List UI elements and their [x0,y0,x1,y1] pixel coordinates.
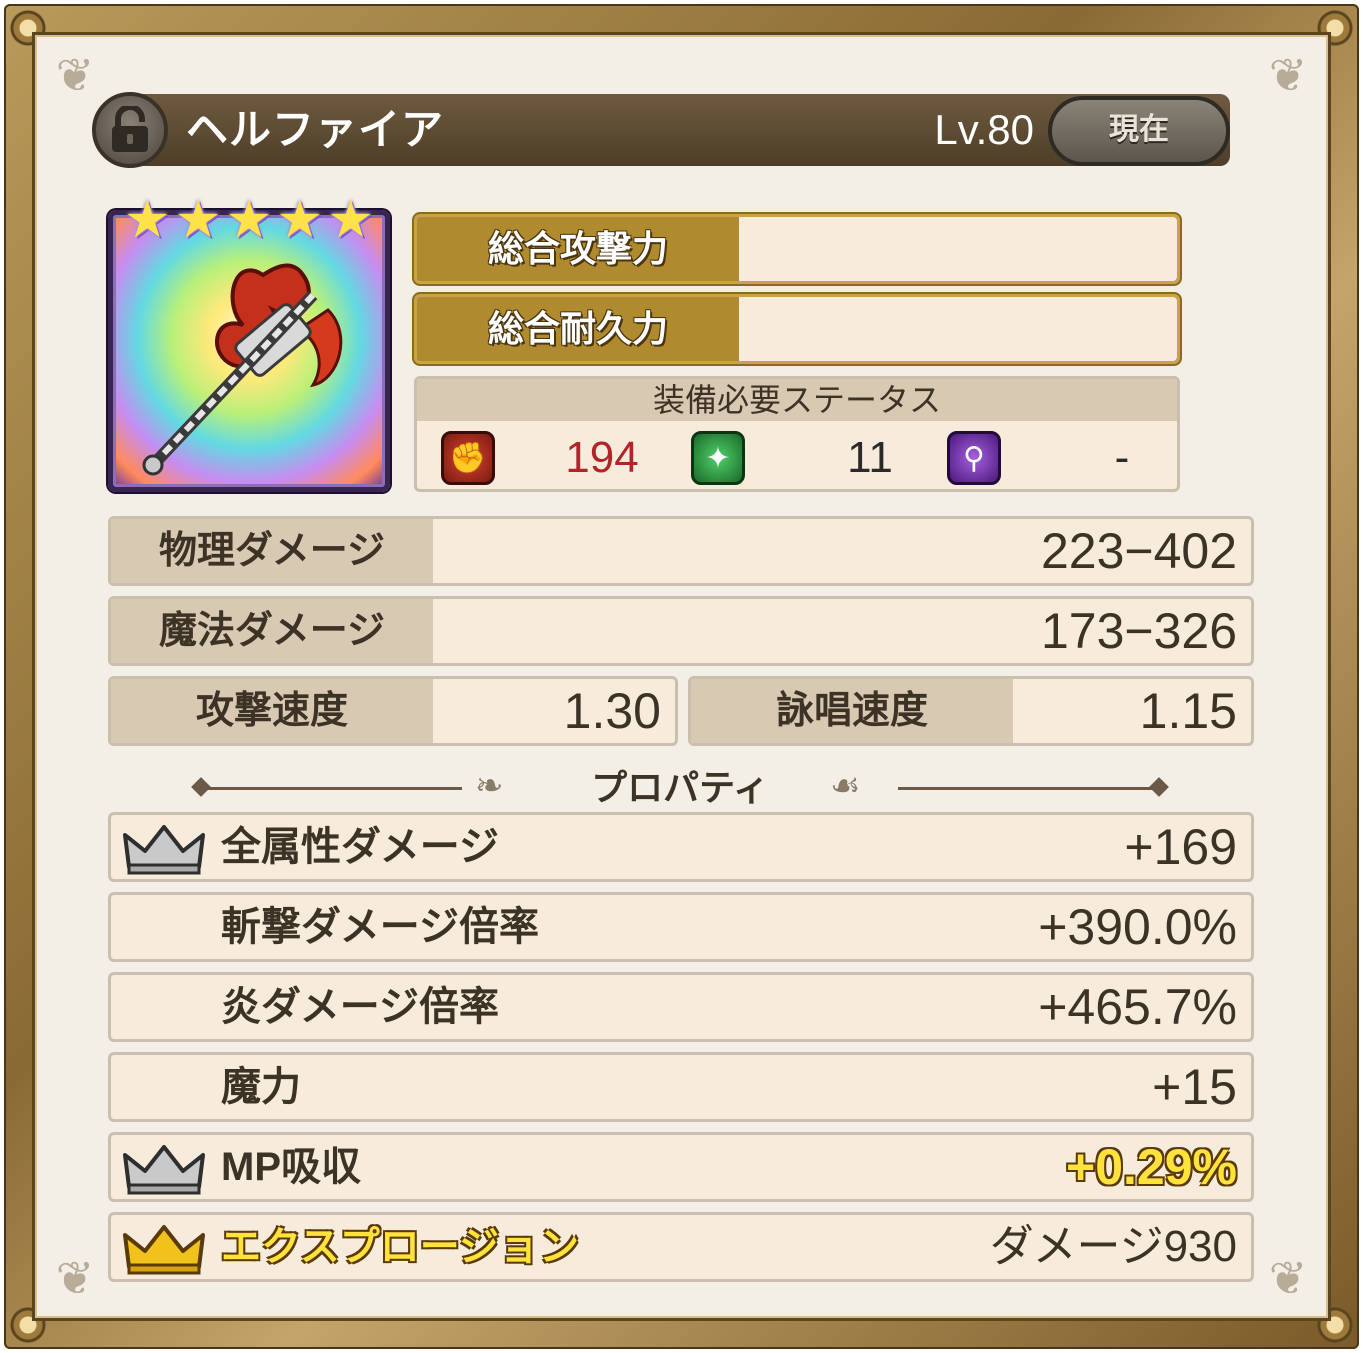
weapon-image [108,210,390,492]
total-durability-value [739,297,1177,361]
physical-damage-label: 物理ダメージ [111,519,433,583]
physical-damage-row: 物理ダメージ 223−402 [108,516,1254,586]
lock-button[interactable] [92,92,168,168]
divider-line [898,787,1158,790]
item-level: Lv.80 [934,106,1034,153]
property-label: 魔力 [221,1065,301,1109]
magic-damage-label: 魔法ダメージ [111,599,433,663]
star-icon: ★ [124,190,171,250]
property-label: 炎ダメージ倍率 [221,985,499,1029]
ornament-icon: ☙ [830,766,861,806]
flourish-icon: ❦ [55,48,95,102]
magic-damage-value: 173−326 [1040,603,1237,659]
dexterity-star-icon: ✦ [691,431,745,485]
cast-speed-label: 詠唱速度 [691,679,1013,743]
flame-axe-icon [142,263,343,476]
requirements-title: 装備必要ステータス [417,379,1177,421]
magic-wand-icon: ⚲ [947,431,1001,485]
total-durability-label: 総合耐久力 [487,308,668,349]
property-row: 炎ダメージ倍率 +465.7% [108,972,1254,1042]
property-value: +390.0% [1038,899,1237,955]
property-row: 全属性ダメージ +169 [108,812,1254,882]
property-label: 全属性ダメージ [221,825,499,869]
total-durability-bar: 総合耐久力 [414,294,1180,364]
skill-label: エクスプロージョン [221,1225,579,1269]
property-value: +465.7% [1038,979,1237,1035]
cast-speed-row: 詠唱速度 1.15 [688,676,1254,746]
physical-damage-value: 223−402 [1040,523,1237,579]
rarity-stars: ★ ★ ★ ★ ★ [124,192,374,252]
silver-crown-icon [123,1145,205,1195]
gold-crown-icon [123,1225,205,1275]
lock-open-icon [112,106,148,152]
properties-divider: ❧ プロパティ ☙ [190,760,1170,816]
magic-requirement: - [1114,433,1130,482]
property-label: 斬撃ダメージ倍率 [221,905,539,949]
dexterity-requirement: 11 [847,433,893,482]
strength-requirement: 194 [565,433,639,482]
strength-fist-icon: ✊ [441,431,495,485]
star-icon: ★ [225,190,273,250]
property-value: +0.29% [1066,1139,1237,1195]
flourish-icon: ❦ [1268,48,1308,102]
property-value: +15 [1152,1059,1237,1115]
item-name: ヘルファイア [186,106,445,153]
property-row: 魔力 +15 [108,1052,1254,1122]
current-button[interactable]: 現在 [1048,96,1230,166]
property-value: +169 [1124,819,1237,875]
equip-requirements: 装備必要ステータス ✊ 194 ✦ 11 ⚲ - [414,376,1180,492]
property-value: ダメージ930 [989,1222,1237,1271]
total-attack-label: 総合攻撃力 [487,228,668,269]
property-row: MP吸収 +0.29% [108,1132,1254,1202]
silver-crown-icon [123,825,205,875]
star-icon: ★ [276,190,324,250]
flourish-icon: ❦ [1268,1251,1308,1305]
total-attack-bar: 総合攻撃力 [414,214,1180,284]
magic-damage-row: 魔法ダメージ 173−326 [108,596,1254,666]
cast-speed-value: 1.15 [1139,683,1237,739]
attack-speed-value: 1.30 [563,683,661,739]
total-attack-value [739,217,1177,281]
property-label: MP吸収 [221,1145,361,1189]
attack-speed-label: 攻撃速度 [111,679,433,743]
attack-speed-row: 攻撃速度 1.30 [108,676,678,746]
flourish-icon: ❦ [55,1251,95,1305]
property-row: エクスプロージョン ダメージ930 [108,1212,1254,1282]
star-icon: ★ [327,190,374,250]
star-icon: ★ [174,190,222,250]
property-row: 斬撃ダメージ倍率 +390.0% [108,892,1254,962]
